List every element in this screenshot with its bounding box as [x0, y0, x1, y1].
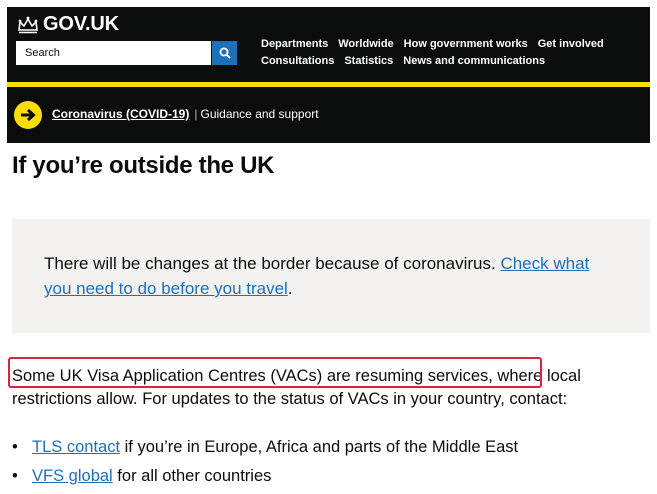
- bullet: •: [12, 467, 18, 485]
- nav-news-and-communications[interactable]: News and communications: [403, 53, 545, 70]
- bullet: •: [12, 438, 18, 456]
- vac-paragraph: Some UK Visa Application Centres (VACs) …: [12, 365, 652, 411]
- coronavirus-link[interactable]: Coronavirus (COVID-19): [52, 107, 189, 121]
- search-icon: [219, 47, 231, 59]
- contacts-list: • TLS contact if you’re in Europe, Afric…: [12, 433, 518, 491]
- inset-notice: There will be changes at the border beca…: [12, 219, 650, 333]
- site-header: GOV.UK Departments Worldwide How governm…: [7, 7, 650, 82]
- search-input[interactable]: [16, 41, 211, 65]
- page-title: If you’re outside the UK: [12, 152, 275, 179]
- tls-contact-link[interactable]: TLS contact: [32, 438, 120, 456]
- arrow-right-circle-icon: [14, 101, 42, 129]
- logo-text: GOV.UK: [43, 13, 119, 35]
- guidance-support-text: Guidance and support: [200, 107, 319, 121]
- list-item-text: for all other countries: [112, 467, 272, 485]
- banner-text: Coronavirus (COVID-19) | Guidance and supp…: [52, 107, 319, 121]
- nav-departments[interactable]: Departments: [261, 36, 328, 53]
- vfs-global-link[interactable]: VFS global: [32, 467, 113, 485]
- highlighted-text: Some UK Visa Application Centres (VACs) …: [12, 367, 489, 385]
- nav-consultations[interactable]: Consultations: [261, 53, 334, 70]
- nav-get-involved[interactable]: Get involved: [538, 36, 604, 53]
- nav-worldwide[interactable]: Worldwide: [338, 36, 393, 53]
- coronavirus-banner: Coronavirus (COVID-19) | Guidance and supp…: [7, 87, 650, 143]
- main-navigation: Departments Worldwide How government wor…: [261, 36, 604, 70]
- nav-how-government-works[interactable]: How government works: [404, 36, 528, 53]
- inset-text: There will be changes at the border beca…: [44, 251, 614, 301]
- inset-period: .: [287, 279, 293, 298]
- search-button[interactable]: [212, 41, 237, 65]
- list-item-text: if you’re in Europe, Africa and parts of…: [120, 438, 519, 456]
- govuk-logo[interactable]: GOV.UK: [17, 13, 119, 36]
- crown-icon: [18, 16, 38, 33]
- banner-separator: |: [194, 107, 198, 121]
- list-item: • VFS global for all other countries: [12, 462, 518, 491]
- inset-message: There will be changes at the border beca…: [44, 254, 501, 273]
- nav-statistics[interactable]: Statistics: [344, 53, 393, 70]
- list-item: • TLS contact if you’re in Europe, Afric…: [12, 433, 518, 462]
